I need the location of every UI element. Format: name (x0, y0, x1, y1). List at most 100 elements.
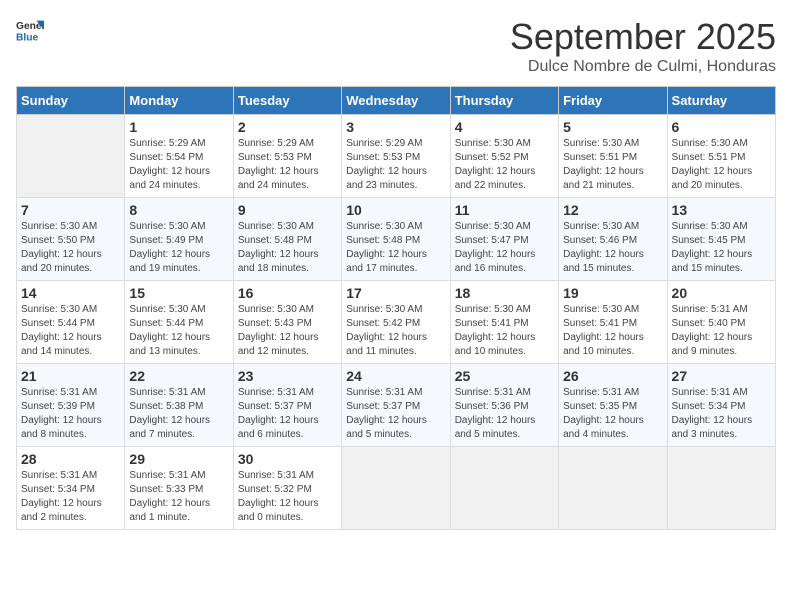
calendar-cell: 17Sunrise: 5:30 AM Sunset: 5:42 PM Dayli… (342, 281, 450, 364)
day-number: 26 (563, 368, 662, 384)
calendar-cell: 8 Sunrise: 5:30 AM Sunset: 5:49 PM Daylig… (125, 198, 233, 281)
day-info: Sunrise: 5:31 AM Sunset: 5:34 PM Dayligh… (21, 469, 120, 525)
day-info: Sunrise: 5:31 AM Sunset: 5:32 PM Dayligh… (238, 469, 337, 525)
svg-text:Blue: Blue (16, 32, 39, 43)
day-info: Sunrise: 5:30 AM Sunset: 5:41 PM Dayligh… (455, 303, 554, 359)
week-row-4: 28 Sunrise: 5:31 AM Sunset: 5:34 PM Dayli… (17, 447, 776, 530)
calendar-cell: 9Sunrise: 5:30 AM Sunset: 5:48 PM Daylig… (233, 198, 341, 281)
header-day-friday: Friday (559, 87, 667, 115)
calendar-cell: 29 Sunrise: 5:31 AM Sunset: 5:33 PM Dayli… (125, 447, 233, 530)
header-row: SundayMondayTuesdayWednesdayThursdayFrid… (17, 87, 776, 115)
day-number: 7 (21, 202, 120, 218)
day-info: Sunrise: 5:30 AM Sunset: 5:51 PM Dayligh… (563, 137, 662, 193)
calendar-cell: 7 Sunrise: 5:30 AM Sunset: 5:50 PM Daylig… (17, 198, 125, 281)
header-day-monday: Monday (125, 87, 233, 115)
header-day-thursday: Thursday (450, 87, 558, 115)
calendar-cell (667, 447, 775, 530)
day-number: 21 (21, 368, 120, 384)
header-day-sunday: Sunday (17, 87, 125, 115)
calendar-cell: 6Sunrise: 5:30 AM Sunset: 5:51 PM Daylig… (667, 115, 775, 198)
page-header: General Blue September 2025 Dulce Nombre… (16, 16, 776, 76)
day-number: 8 (129, 202, 228, 218)
day-info: Sunrise: 5:30 AM Sunset: 5:44 PM Dayligh… (129, 303, 228, 359)
calendar-cell (342, 447, 450, 530)
day-info: Sunrise: 5:29 AM Sunset: 5:53 PM Dayligh… (238, 137, 337, 193)
calendar-cell: 3Sunrise: 5:29 AM Sunset: 5:53 PM Daylig… (342, 115, 450, 198)
week-row-1: 7 Sunrise: 5:30 AM Sunset: 5:50 PM Daylig… (17, 198, 776, 281)
calendar-cell: 26 Sunrise: 5:31 AM Sunset: 5:35 PM Dayli… (559, 364, 667, 447)
day-number: 25 (455, 368, 554, 384)
day-number: 17 (346, 285, 445, 301)
day-info: Sunrise: 5:30 AM Sunset: 5:48 PM Dayligh… (346, 220, 445, 276)
day-info: Sunrise: 5:30 AM Sunset: 5:44 PM Dayligh… (21, 303, 120, 359)
calendar-cell: 27 Sunrise: 5:31 AM Sunset: 5:34 PM Dayli… (667, 364, 775, 447)
day-info: Sunrise: 5:30 AM Sunset: 5:49 PM Dayligh… (129, 220, 228, 276)
day-info: Sunrise: 5:31 AM Sunset: 5:34 PM Dayligh… (672, 386, 771, 442)
location-title: Dulce Nombre de Culmi, Honduras (510, 58, 776, 76)
day-info: Sunrise: 5:30 AM Sunset: 5:45 PM Dayligh… (672, 220, 771, 276)
calendar-cell: 14 Sunrise: 5:30 AM Sunset: 5:44 PM Dayli… (17, 281, 125, 364)
day-number: 19 (563, 285, 662, 301)
calendar-cell: 11 Sunrise: 5:30 AM Sunset: 5:47 PM Dayli… (450, 198, 558, 281)
day-number: 20 (672, 285, 771, 301)
day-info: Sunrise: 5:31 AM Sunset: 5:38 PM Dayligh… (129, 386, 228, 442)
day-info: Sunrise: 5:31 AM Sunset: 5:37 PM Dayligh… (346, 386, 445, 442)
calendar-cell: 12 Sunrise: 5:30 AM Sunset: 5:46 PM Dayli… (559, 198, 667, 281)
calendar-cell: 13 Sunrise: 5:30 AM Sunset: 5:45 PM Dayli… (667, 198, 775, 281)
calendar-cell: 10 Sunrise: 5:30 AM Sunset: 5:48 PM Dayli… (342, 198, 450, 281)
day-info: Sunrise: 5:29 AM Sunset: 5:54 PM Dayligh… (129, 137, 228, 193)
day-info: Sunrise: 5:31 AM Sunset: 5:36 PM Dayligh… (455, 386, 554, 442)
day-number: 15 (129, 285, 228, 301)
day-number: 2 (238, 119, 337, 135)
calendar-cell: 15 Sunrise: 5:30 AM Sunset: 5:44 PM Dayli… (125, 281, 233, 364)
calendar-cell: 19 Sunrise: 5:30 AM Sunset: 5:41 PM Dayli… (559, 281, 667, 364)
day-number: 28 (21, 451, 120, 467)
day-number: 14 (21, 285, 120, 301)
day-info: Sunrise: 5:30 AM Sunset: 5:50 PM Dayligh… (21, 220, 120, 276)
calendar-cell: 30 Sunrise: 5:31 AM Sunset: 5:32 PM Dayli… (233, 447, 341, 530)
day-info: Sunrise: 5:31 AM Sunset: 5:37 PM Dayligh… (238, 386, 337, 442)
day-number: 27 (672, 368, 771, 384)
day-number: 3 (346, 119, 445, 135)
month-title: September 2025 (510, 16, 776, 58)
calendar-cell: 1 Sunrise: 5:29 AM Sunset: 5:54 PM Daylig… (125, 115, 233, 198)
calendar-cell: 23 Sunrise: 5:31 AM Sunset: 5:37 PM Dayli… (233, 364, 341, 447)
calendar-cell: 22Sunrise: 5:31 AM Sunset: 5:38 PM Dayli… (125, 364, 233, 447)
header-day-wednesday: Wednesday (342, 87, 450, 115)
day-info: Sunrise: 5:30 AM Sunset: 5:46 PM Dayligh… (563, 220, 662, 276)
calendar-cell: 18Sunrise: 5:30 AM Sunset: 5:41 PM Dayli… (450, 281, 558, 364)
week-row-0: 1 Sunrise: 5:29 AM Sunset: 5:54 PM Daylig… (17, 115, 776, 198)
day-info: Sunrise: 5:31 AM Sunset: 5:39 PM Dayligh… (21, 386, 120, 442)
day-info: Sunrise: 5:30 AM Sunset: 5:52 PM Dayligh… (455, 137, 554, 193)
calendar-table: SundayMondayTuesdayWednesdayThursdayFrid… (16, 86, 776, 530)
day-info: Sunrise: 5:30 AM Sunset: 5:51 PM Dayligh… (672, 137, 771, 193)
day-number: 12 (563, 202, 662, 218)
day-info: Sunrise: 5:30 AM Sunset: 5:47 PM Dayligh… (455, 220, 554, 276)
day-info: Sunrise: 5:31 AM Sunset: 5:40 PM Dayligh… (672, 303, 771, 359)
logo-icon: General Blue (16, 16, 44, 44)
header-day-saturday: Saturday (667, 87, 775, 115)
calendar-cell: 2 Sunrise: 5:29 AM Sunset: 5:53 PM Daylig… (233, 115, 341, 198)
calendar-cell (450, 447, 558, 530)
day-number: 10 (346, 202, 445, 218)
header-day-tuesday: Tuesday (233, 87, 341, 115)
calendar-cell: 5 Sunrise: 5:30 AM Sunset: 5:51 PM Daylig… (559, 115, 667, 198)
day-number: 1 (129, 119, 228, 135)
day-number: 13 (672, 202, 771, 218)
calendar-cell (559, 447, 667, 530)
logo: General Blue (16, 16, 44, 44)
day-info: Sunrise: 5:30 AM Sunset: 5:43 PM Dayligh… (238, 303, 337, 359)
calendar-header: SundayMondayTuesdayWednesdayThursdayFrid… (17, 87, 776, 115)
day-info: Sunrise: 5:31 AM Sunset: 5:33 PM Dayligh… (129, 469, 228, 525)
day-info: Sunrise: 5:30 AM Sunset: 5:41 PM Dayligh… (563, 303, 662, 359)
day-number: 30 (238, 451, 337, 467)
day-info: Sunrise: 5:31 AM Sunset: 5:35 PM Dayligh… (563, 386, 662, 442)
calendar-cell: 4Sunrise: 5:30 AM Sunset: 5:52 PM Daylig… (450, 115, 558, 198)
day-number: 5 (563, 119, 662, 135)
day-number: 16 (238, 285, 337, 301)
day-number: 23 (238, 368, 337, 384)
day-number: 11 (455, 202, 554, 218)
day-number: 29 (129, 451, 228, 467)
week-row-3: 21 Sunrise: 5:31 AM Sunset: 5:39 PM Dayli… (17, 364, 776, 447)
calendar-cell: 20 Sunrise: 5:31 AM Sunset: 5:40 PM Dayli… (667, 281, 775, 364)
